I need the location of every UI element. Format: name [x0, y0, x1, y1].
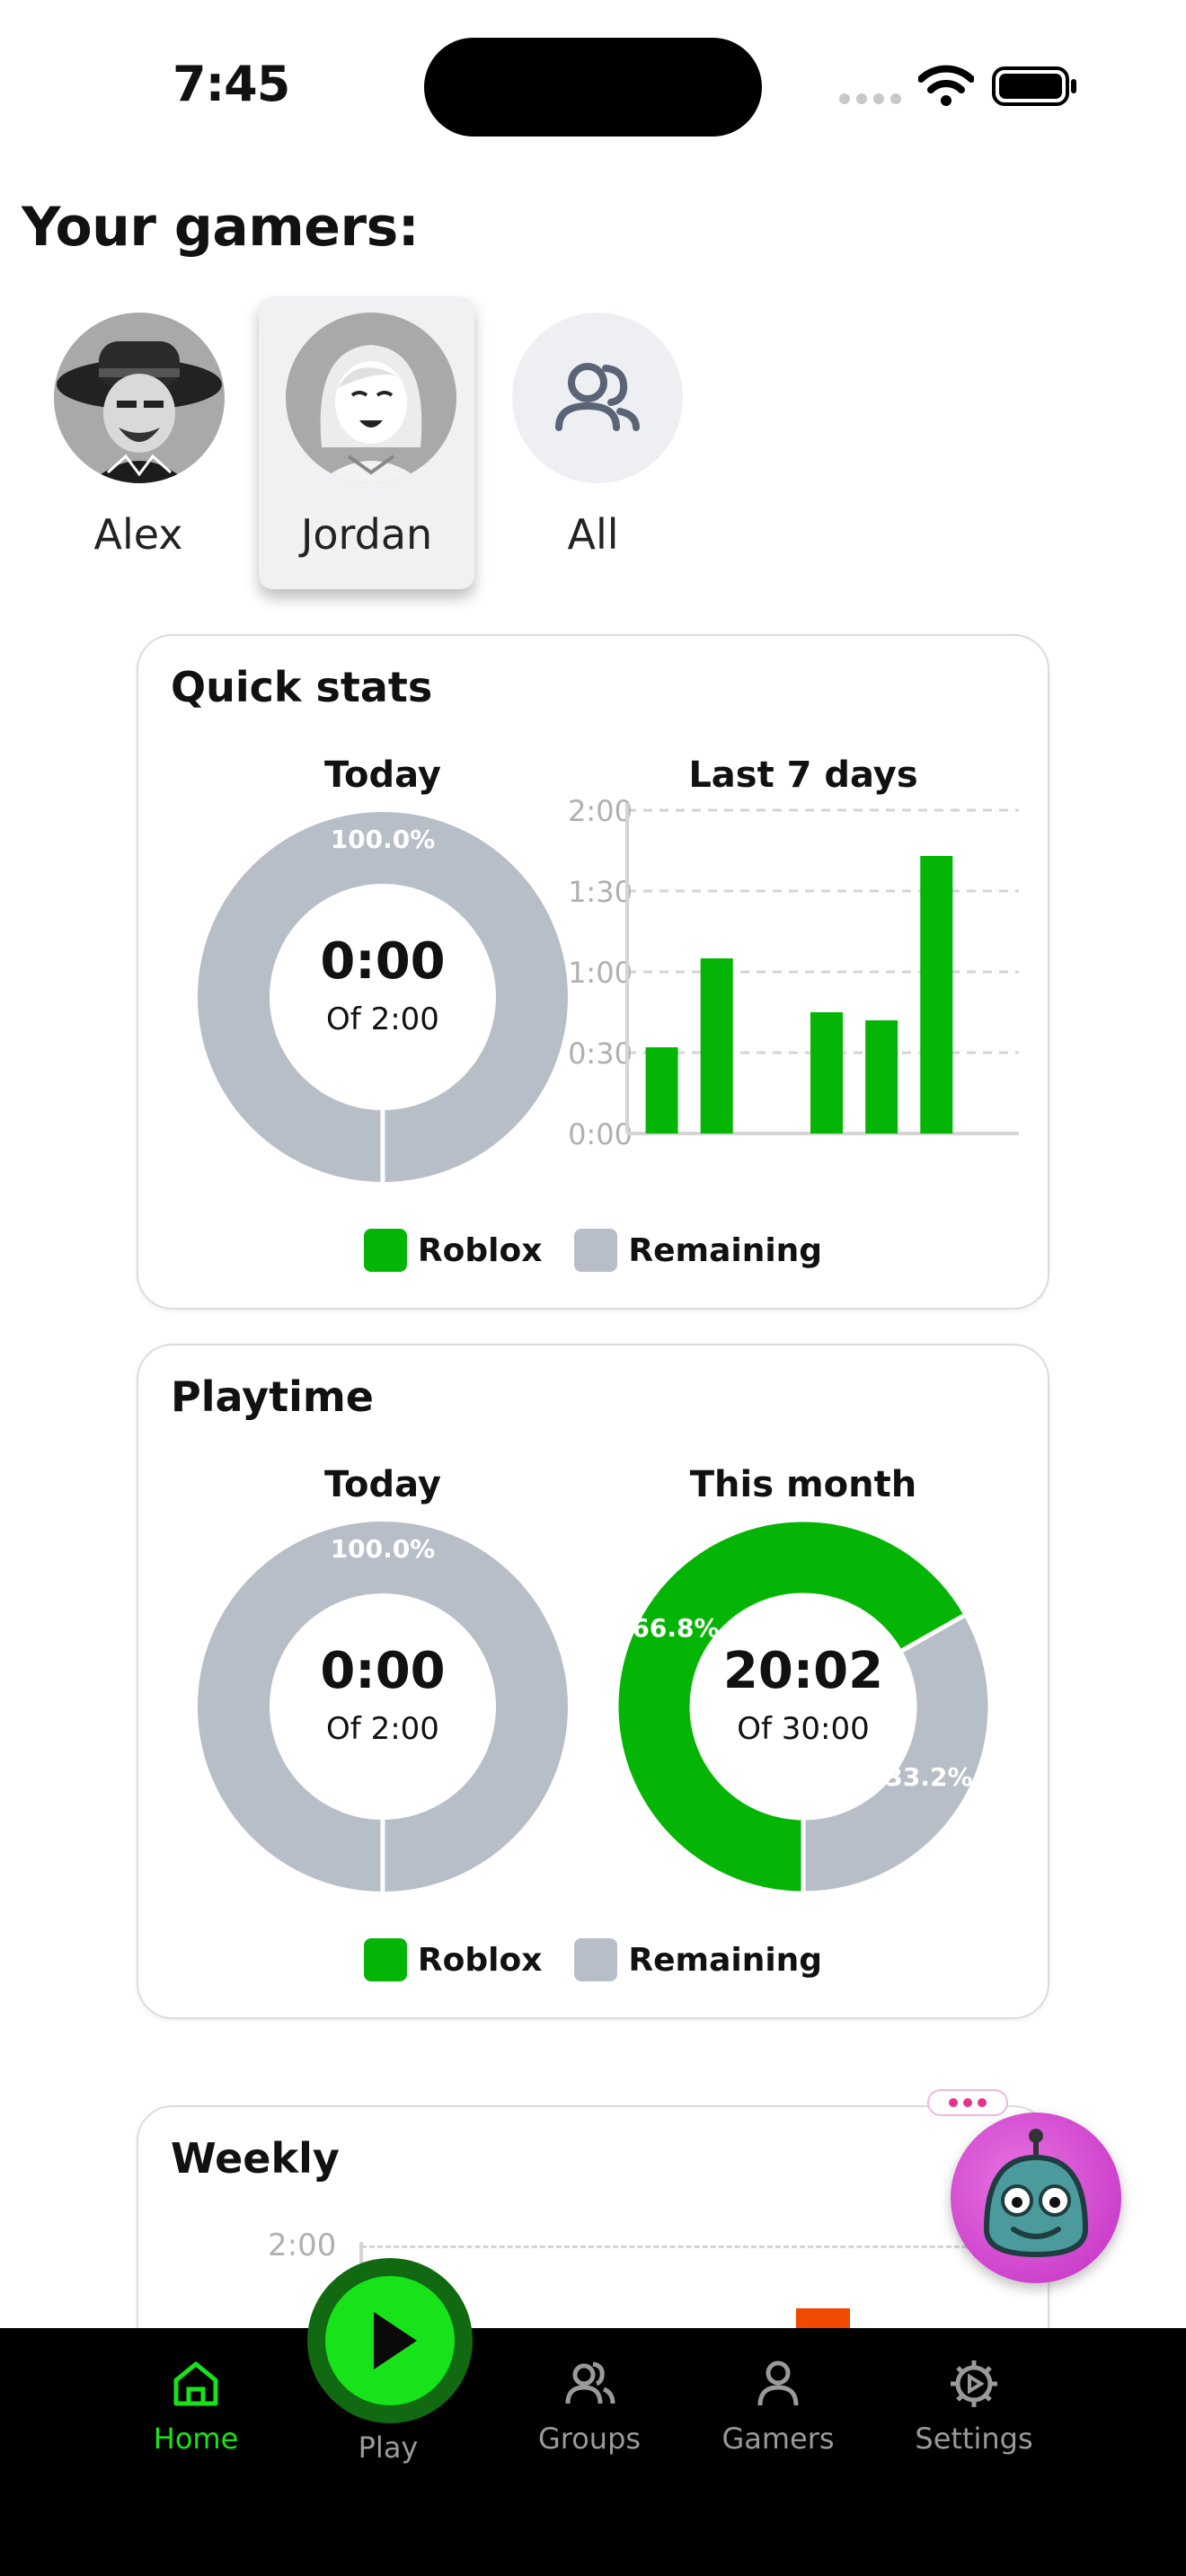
playtime-today-title: Today — [324, 1464, 441, 1505]
card-title: Playtime — [171, 1372, 374, 1421]
bar-4 — [865, 1020, 898, 1134]
group-icon — [555, 363, 640, 431]
gamer-jordan[interactable]: Jordan — [259, 296, 474, 589]
weekly-gridline — [361, 2245, 1008, 2248]
battery-icon — [992, 66, 1076, 106]
playtime-today-value: 0:00 — [320, 1642, 446, 1700]
today-center: 0:00 Of 2:00 — [194, 932, 571, 1037]
dynamic-island — [424, 38, 762, 137]
month-center: 20:02 Of 30:00 — [615, 1642, 992, 1747]
gamer-name: Jordan — [300, 510, 433, 559]
legend-roblox: Roblox — [363, 1938, 542, 1981]
last7-bar-chart: 0:000:301:001:302:00SMTWTFS — [568, 794, 1019, 1151]
card-title: Weekly — [171, 2134, 340, 2183]
month-value: 20:02 — [722, 1642, 884, 1700]
card-title: Quick stats — [171, 663, 433, 711]
settings-gear-icon — [951, 2360, 997, 2407]
nav-settings-label: Settings — [915, 2422, 1033, 2456]
robot-icon — [983, 2129, 1089, 2258]
weekly-y-tick: 2:00 — [268, 2228, 337, 2263]
nav-home-label: Home — [153, 2422, 239, 2456]
play-button-inner — [325, 2276, 455, 2405]
nav-gamers-label: Gamers — [721, 2422, 835, 2456]
legend-remaining: Remaining — [574, 1938, 822, 1981]
legend-remaining: Remaining — [574, 1229, 822, 1272]
legend-roblox: Roblox — [363, 1229, 542, 1272]
playtime-today-pct-label: 100.0% — [331, 1534, 436, 1564]
chat-bot-button[interactable] — [951, 2113, 1121, 2283]
bar-1 — [700, 958, 733, 1134]
nav-gamers[interactable]: Gamers — [688, 2357, 868, 2456]
status-time: 7:45 — [173, 56, 290, 112]
cellular-signal-icon — [839, 93, 901, 104]
gamer-alex[interactable]: Alex — [31, 296, 246, 589]
bar-3 — [810, 1012, 843, 1134]
y-tick-label: 2:00 — [568, 794, 633, 828]
avatar-all — [512, 313, 683, 483]
playtime-card: Playtime Today 100.0% 0:00 Of 2:00 This … — [137, 1344, 1049, 2019]
gamer-name: All — [567, 510, 619, 559]
today-title: Today — [324, 754, 441, 796]
avatar-alex — [54, 313, 225, 483]
gamer-all[interactable]: All — [485, 296, 701, 589]
quick-stats-card: Quick stats Today 100.0% 0:00 Of 2:00 La… — [137, 634, 1049, 1310]
slice-label-remaining: 33.2% — [885, 1762, 972, 1792]
wifi-icon — [918, 65, 974, 106]
page-title: Your gamers: — [22, 196, 420, 259]
playtime-today-sub: Of 2:00 — [326, 1711, 439, 1747]
gamer-name: Alex — [93, 510, 183, 559]
nav-groups[interactable]: Groups — [500, 2357, 679, 2456]
slice-label-used: 66.8% — [632, 1613, 719, 1643]
nav-settings[interactable]: Settings — [884, 2357, 1064, 2456]
bottom-nav: Home Groups Gamers Settings — [0, 2328, 1186, 2576]
nav-play-label: Play — [358, 2430, 419, 2465]
today-sub: Of 2:00 — [326, 1001, 439, 1037]
person-icon — [757, 2360, 799, 2406]
playtime-legend: Roblox Remaining — [138, 1938, 1048, 1981]
y-tick-label: 0:30 — [568, 1037, 633, 1071]
bar-5 — [920, 856, 953, 1134]
y-tick-label: 0:00 — [568, 1117, 633, 1151]
bar-0 — [645, 1047, 678, 1134]
month-sub: Of 30:00 — [737, 1711, 870, 1747]
today-value: 0:00 — [320, 932, 446, 991]
month-title: This month — [689, 1464, 917, 1505]
nav-groups-label: Groups — [537, 2422, 642, 2456]
y-tick-label: 1:30 — [568, 875, 633, 909]
play-button[interactable] — [307, 2258, 473, 2423]
groups-icon — [565, 2361, 615, 2404]
nav-home[interactable]: Home — [106, 2357, 286, 2456]
quick-stats-legend: Roblox Remaining — [138, 1229, 1048, 1272]
y-tick-label: 1:00 — [568, 956, 633, 990]
home-icon — [173, 2361, 218, 2406]
avatar-jordan — [286, 313, 456, 483]
today-pct-label: 100.0% — [331, 825, 436, 854]
playtime-today-center: 0:00 Of 2:00 — [194, 1642, 571, 1747]
play-icon — [374, 2312, 417, 2369]
